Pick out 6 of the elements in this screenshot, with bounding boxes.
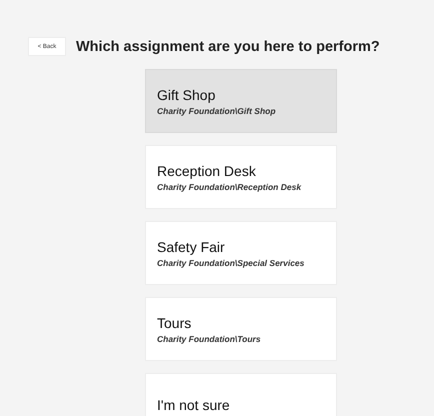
assignment-card[interactable]: Safety Fair Charity Foundation\Special Services	[145, 221, 337, 285]
page-title: Which assignment are you here to perform?	[76, 38, 380, 54]
assignment-card[interactable]: Tours Charity Foundation\Tours	[145, 297, 337, 361]
assignment-card[interactable]: Reception Desk Charity Foundation\Reception Desk	[145, 145, 337, 209]
assignment-card[interactable]: Gift Shop Charity Foundation\Gift Shop	[145, 69, 337, 133]
assignment-card[interactable]: I'm not sure	[145, 373, 337, 416]
